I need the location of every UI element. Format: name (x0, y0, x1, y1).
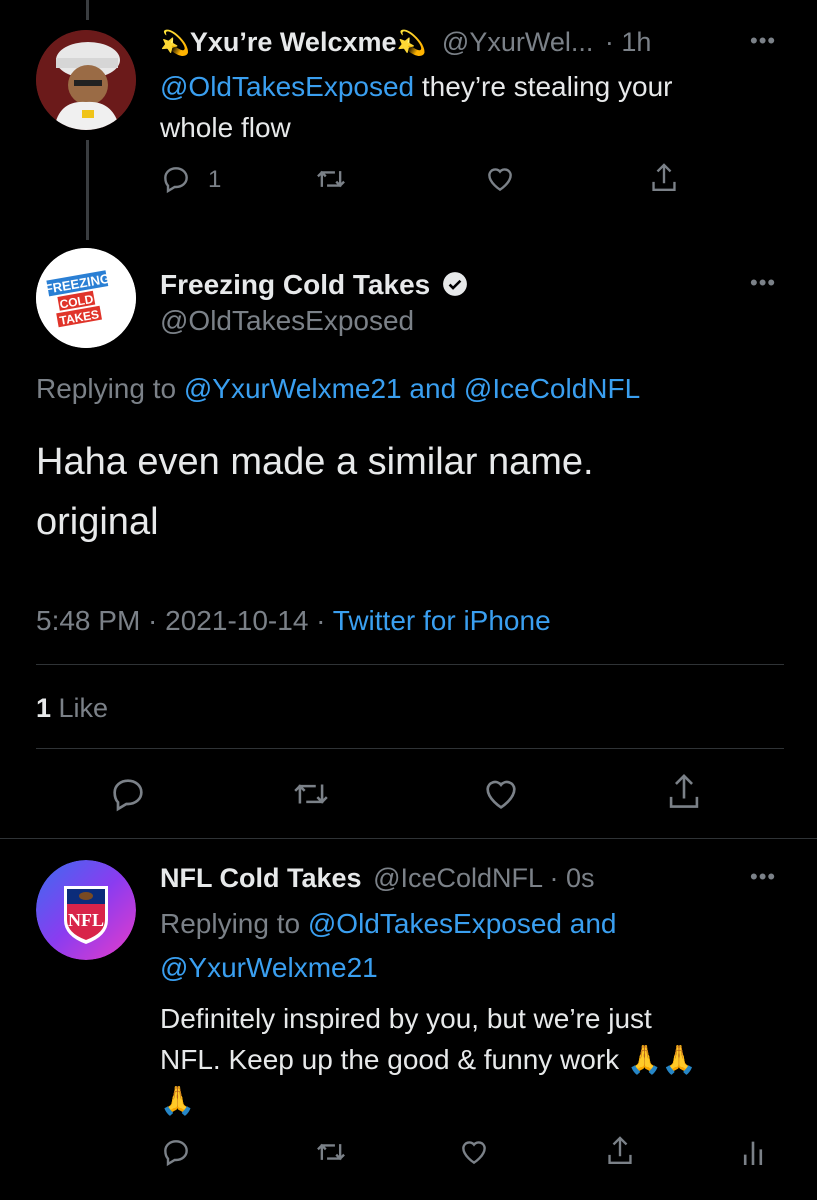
replying-and: and (561, 908, 617, 939)
timestamp[interactable]: · 0s (550, 863, 595, 893)
avatar[interactable]: NFL (36, 860, 136, 960)
tweet-text: @OldTakesExposed they’re stealing your w… (160, 66, 780, 148)
tweet-header: NFL Cold Takes @IceColdNFL · 0s (160, 862, 595, 894)
replying-to: Replying to @YxurWelxme21 and @IceColdNF… (36, 372, 640, 406)
display-name[interactable]: Freezing Cold Takes (160, 269, 430, 300)
timestamp[interactable]: 5:48 PM · 2021-10-14 · (36, 605, 333, 636)
replying-and: and (401, 373, 464, 404)
retweet-icon (294, 784, 328, 804)
tweet-text-line1: Definitely inspired by you, but we’re ju… (160, 1003, 652, 1034)
tweet-text: Definitely inspired by you, but we’re ju… (160, 998, 800, 1121)
display-name[interactable]: NFL Cold Takes (160, 863, 362, 893)
retweet-button[interactable] (314, 163, 348, 195)
share-button[interactable] (664, 771, 704, 813)
retweet-button[interactable] (314, 1136, 348, 1168)
share-icon (652, 163, 676, 191)
replying-user-1-link[interactable]: @YxurWelxme21 (184, 373, 402, 404)
pray-emoji: 🙏 (661, 1044, 697, 1075)
likes-count: 1 (36, 693, 52, 723)
likes-row[interactable]: 1 Like (36, 691, 108, 725)
share-icon (608, 1136, 632, 1164)
like-button[interactable] (484, 163, 516, 195)
reply-icon (164, 1140, 188, 1167)
replying-user-2-link[interactable]: @YxurWelxme21 (160, 952, 378, 983)
main-tweet-text-line1: Haha even made a similar name. (36, 441, 594, 483)
handle[interactable]: @OldTakesExposed (160, 304, 468, 338)
analytics-button[interactable] (740, 1136, 766, 1168)
display-name[interactable]: Yxu’re Welcxme (190, 27, 397, 57)
tweet-text-line2: NFL. Keep up the good & funny work (160, 1044, 627, 1075)
thread-line-top (86, 0, 89, 20)
share-button[interactable] (648, 161, 680, 195)
avatar-text-nfl: NFL (68, 910, 104, 930)
reply-icon (113, 779, 143, 812)
replying-user-1-link[interactable]: @OldTakesExposed (308, 908, 562, 939)
comet-emoji-right: 💫 (396, 30, 427, 57)
timestamp[interactable]: · 1h (605, 27, 652, 57)
handle[interactable]: @YxurWel... (442, 27, 593, 57)
divider (0, 838, 817, 839)
like-button[interactable] (480, 774, 522, 814)
heart-icon (486, 780, 516, 809)
reply-icon (164, 167, 188, 194)
more-options-icon[interactable]: ••• (750, 270, 776, 296)
main-tweet-text: Haha even made a similar name. original (36, 432, 796, 552)
timestamp-row: 5:48 PM · 2021-10-14 · Twitter for iPhon… (36, 604, 551, 638)
more-options-icon[interactable]: ••• (750, 864, 776, 890)
likes-label: Like (51, 693, 109, 723)
tweet-text-line1: they’re stealing your (414, 71, 673, 102)
reply-button[interactable] (160, 1136, 192, 1168)
heart-icon (462, 1141, 486, 1165)
share-icon (669, 774, 699, 808)
replying-prefix: Replying to (160, 908, 308, 939)
mention-link[interactable]: @OldTakesExposed (160, 71, 414, 102)
tweet-text-line2: whole flow (160, 112, 291, 143)
source-link[interactable]: Twitter for iPhone (333, 605, 551, 636)
author-block: Freezing Cold Takes @OldTakesExposed (160, 268, 468, 338)
main-tweet-text-line2: original (36, 501, 159, 543)
pray-emoji: 🙏 (160, 1085, 195, 1116)
share-button[interactable] (604, 1134, 636, 1168)
like-button[interactable] (458, 1136, 490, 1168)
retweet-icon (317, 1143, 345, 1161)
analytics-icon (743, 1141, 763, 1165)
more-options-icon[interactable]: ••• (750, 28, 776, 54)
avatar[interactable] (36, 30, 136, 130)
verified-badge-icon (442, 271, 468, 297)
replying-to: Replying to @OldTakesExposed and @YxurWe… (160, 902, 780, 990)
reply-button[interactable] (108, 774, 148, 814)
divider (36, 748, 784, 749)
pray-emoji: 🙏 (626, 1044, 662, 1075)
heart-icon (488, 168, 512, 192)
replying-user-2-link[interactable]: @IceColdNFL (464, 373, 640, 404)
tweet-header: 💫Yxu’re Welcxme💫 @YxurWel... · 1h (160, 26, 651, 60)
divider (36, 664, 784, 665)
replying-prefix: Replying to (36, 373, 184, 404)
thread-line-bottom (86, 140, 89, 240)
handle[interactable]: @IceColdNFL (373, 863, 542, 893)
retweet-button[interactable] (290, 775, 332, 813)
avatar[interactable]: FREEZING COLD TAKES (36, 248, 136, 348)
comet-emoji-left: 💫 (160, 30, 190, 57)
reply-button[interactable] (160, 163, 192, 195)
retweet-icon (317, 170, 345, 188)
reply-count: 1 (208, 166, 222, 193)
